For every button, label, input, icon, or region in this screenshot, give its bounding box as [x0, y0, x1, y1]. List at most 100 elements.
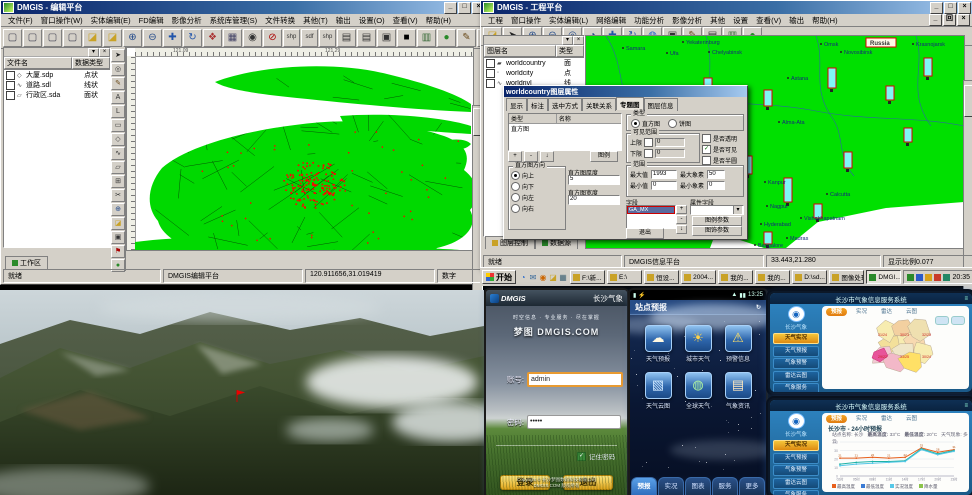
poly-icon[interactable]: ▱	[111, 161, 125, 174]
L-icon[interactable]: L	[111, 105, 125, 118]
radio-向右[interactable]: 向右	[511, 204, 563, 213]
tab-预报[interactable]: 预报	[826, 308, 847, 316]
wave-icon[interactable]: ∿	[111, 147, 125, 160]
menu-气象服务[interactable]: 气象服务	[773, 490, 819, 495]
pencil-icon[interactable]: ✎	[111, 77, 125, 90]
thematic-list[interactable]: 类型 名称 直方图	[508, 113, 622, 151]
dialog-tab-显示[interactable]: 显示	[506, 98, 527, 111]
file-row[interactable]: ▱行政区.sda面状	[4, 90, 110, 100]
tab-预报[interactable]: 预报	[631, 477, 657, 495]
maxpx-field[interactable]: 50	[707, 170, 725, 179]
zoom-in-button[interactable]	[935, 316, 949, 325]
file-row[interactable]: ∿道路.sdl线状	[4, 80, 110, 90]
app-天气云图[interactable]: ▧天气云图	[638, 372, 678, 410]
maximize-button[interactable]: □	[458, 2, 471, 14]
titlebar-project[interactable]: DMGIS - 工程平台 _ □ ×	[481, 1, 972, 14]
new-icon[interactable]: ▢	[63, 29, 82, 47]
lower-checkbox[interactable]	[644, 149, 653, 158]
black-icon[interactable]: ■	[397, 29, 416, 47]
menu-设置[interactable]: 设置	[729, 15, 752, 26]
add-button[interactable]: +	[508, 151, 522, 162]
legend-params-button[interactable]: 图例参数	[692, 216, 742, 226]
app-城市天气[interactable]: ☀城市天气	[678, 325, 718, 363]
menu-影像分析[interactable]: 影像分析	[668, 15, 706, 26]
menu-其他(T)[interactable]: 其他(T)	[299, 15, 332, 26]
frame-icon[interactable]: ▣	[111, 231, 125, 244]
pan-icon[interactable]: ✚	[163, 29, 182, 47]
tray-icon-green[interactable]	[907, 274, 914, 281]
menu-文件转换[interactable]: 文件转换	[261, 15, 299, 26]
menu-系统库管理(S)[interactable]: 系统库管理(S)	[206, 15, 262, 26]
taskbar-button[interactable]: DMGI...	[866, 270, 901, 284]
min-field[interactable]: 0	[651, 181, 677, 190]
tray-icon-teal[interactable]	[943, 274, 950, 281]
menu-实体编辑(L)[interactable]: 实体编辑(L)	[545, 15, 592, 26]
legend-button[interactable]: 图例	[590, 151, 618, 162]
taskbar-button[interactable]: E:\	[607, 270, 642, 284]
camera-icon[interactable]: ◉	[243, 29, 262, 47]
refresh-icon[interactable]: ↻	[183, 29, 202, 47]
menu-窗口操作(W)[interactable]: 窗口操作(W)	[37, 15, 87, 26]
dialog-tab-标注[interactable]: 标注	[527, 98, 548, 111]
ie-quicklaunch-icon[interactable]: ◔	[518, 273, 528, 282]
close-button[interactable]: ×	[958, 2, 971, 14]
menu-天气预报[interactable]: 天气预报	[773, 346, 819, 357]
tab-更多[interactable]: 更多	[739, 477, 765, 495]
titlebar-edit[interactable]: DMGIS - 编辑平台 _ □ ×	[1, 1, 487, 14]
stats-icon[interactable]: ▥	[417, 29, 436, 47]
panel-pin-button[interactable]: ▾	[562, 36, 573, 45]
radio-饼图[interactable]: 饼图	[668, 119, 691, 128]
tab-图表[interactable]: 图表	[685, 477, 711, 495]
sdf-icon[interactable]: sdf	[301, 29, 318, 47]
flag-icon[interactable]: ⚑	[111, 245, 125, 258]
menu-icon[interactable]: ≡	[964, 403, 968, 409]
grid-icon[interactable]: ▦	[223, 29, 242, 47]
upper-checkbox[interactable]	[644, 138, 653, 147]
menu-实体编辑(E)[interactable]: 实体编辑(E)	[87, 15, 135, 26]
palette-icon[interactable]: ❖	[203, 29, 222, 47]
account-input[interactable]: admin	[527, 372, 623, 387]
desktop-quicklaunch-icon[interactable]: ▦	[558, 273, 568, 282]
dialog-tab-选中方式[interactable]: 选中方式	[548, 98, 582, 111]
dialog-tab-图层信息[interactable]: 图层信息	[644, 98, 678, 111]
taskbar-button[interactable]: D:\sd...	[792, 270, 827, 284]
taskbar-button[interactable]: 2004...	[681, 270, 716, 284]
taskbar-button[interactable]: 我的...	[755, 270, 790, 284]
new-icon[interactable]: ▢	[3, 29, 22, 47]
start-button[interactable]: 开始	[482, 270, 516, 284]
radio-向左[interactable]: 向左	[511, 193, 563, 202]
mdi-minimize-button[interactable]: _	[929, 14, 942, 26]
diamond-icon[interactable]: ◇	[111, 133, 125, 146]
zoom-in-icon[interactable]: ⊕	[111, 203, 125, 216]
mdi-close-button[interactable]: ×	[957, 14, 970, 26]
layer-row[interactable]: ▰worldcountry面	[484, 58, 584, 68]
shp-icon[interactable]: shp	[283, 29, 300, 47]
field-add-button[interactable]: +	[676, 205, 687, 214]
lower-field[interactable]: 0	[655, 149, 685, 158]
menu-气象预警[interactable]: 气象预警	[773, 465, 819, 476]
attr-field-combo[interactable]: ▾	[690, 205, 744, 215]
tab-云图[interactable]: 云图	[901, 415, 922, 423]
app-气象资讯[interactable]: ▤气象资讯	[718, 372, 758, 410]
target-icon[interactable]: ◎	[111, 63, 125, 76]
tab-服务[interactable]: 服务	[712, 477, 738, 495]
print-icon[interactable]: ▤	[357, 29, 376, 47]
field-down-button[interactable]: ↓	[676, 225, 687, 234]
down-button[interactable]: ↓	[540, 151, 554, 162]
radio-向下[interactable]: 向下	[511, 182, 563, 191]
menu-功能分析[interactable]: 功能分析	[630, 15, 668, 26]
menu-影像分析[interactable]: 影像分析	[168, 15, 206, 26]
layer-row[interactable]: ◦worldcity点	[484, 68, 584, 78]
zoom-in-icon[interactable]: ⊕	[123, 29, 142, 47]
password-input[interactable]: •••••	[527, 415, 621, 429]
menu-工程[interactable]: 工程	[484, 15, 507, 26]
taskbar-button[interactable]: 图像处理	[829, 270, 864, 284]
chevron-down-icon[interactable]: ▾	[733, 206, 742, 214]
radio-直方图[interactable]: 直方图	[631, 119, 660, 128]
remember-checkbox[interactable]: ✓	[577, 452, 586, 461]
globe-icon[interactable]: ●	[437, 29, 456, 47]
open-folder-icon[interactable]: ◪	[83, 29, 102, 47]
width-field[interactable]: 20	[568, 195, 620, 205]
pencil-icon[interactable]: ✎	[457, 29, 476, 47]
menu-文件(F)[interactable]: 文件(F)	[4, 15, 37, 26]
